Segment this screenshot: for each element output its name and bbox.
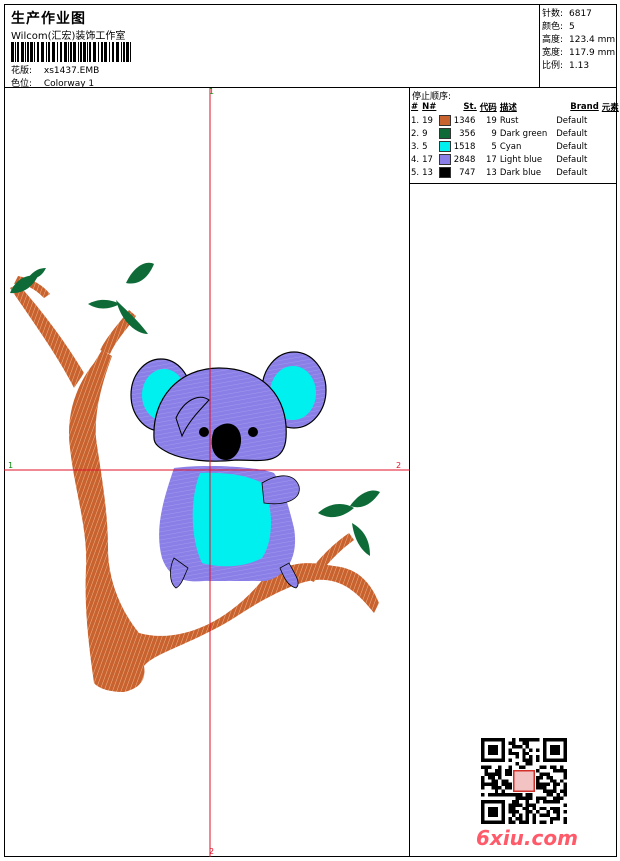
stat-value: 6817 (569, 9, 592, 19)
row-code: 13 (485, 167, 497, 178)
stat-label: 比例: (542, 61, 564, 71)
row-code: 19 (485, 115, 497, 126)
table-row: 1. 19 1346 19 Rust Default (411, 114, 620, 127)
color-swatch-icon (439, 167, 452, 178)
row-index: 2. (411, 128, 420, 139)
row-description: Light blue (499, 154, 543, 165)
row-code: 9 (491, 128, 497, 139)
axis-label-right: 2 (396, 461, 402, 470)
stitch-count: 356 (459, 129, 476, 139)
color-swatch-icon (439, 141, 452, 152)
row-description: Cyan (499, 141, 522, 152)
row-element (602, 166, 620, 179)
col-header: N# (422, 102, 437, 112)
stat-value: 123.4 mm (569, 35, 616, 45)
stop-sequence-table: # N# St. 代码 描述 Brand 元素 1. 19 1346 19 Rust De… (411, 101, 620, 179)
color-swatch-icon (439, 128, 452, 139)
axis-label-left: 1 (8, 461, 14, 470)
table-row: 2. 9 356 9 Dark green Default (411, 127, 620, 140)
color-swatch-icon (439, 154, 452, 165)
row-code: 17 (485, 154, 497, 165)
row-needle: 13 (422, 167, 433, 178)
row-element (602, 153, 620, 166)
qr-code-icon (481, 738, 567, 824)
stat-label: 宽度: (542, 48, 564, 58)
embroidery-design (4, 88, 410, 857)
row-stitches: 1346 (439, 114, 479, 127)
row-brand: Default (556, 167, 588, 178)
row-needle: 19 (422, 115, 433, 126)
stat-value: 5 (569, 22, 575, 32)
row-brand: Default (556, 154, 588, 165)
col-header: 元素 (601, 103, 619, 113)
row-element (602, 114, 620, 127)
row-brand: Default (556, 141, 588, 152)
site-logo: 6xiu.com (476, 826, 578, 850)
row-stitches: 356 (439, 127, 479, 140)
company-name: Wilcom(汇宏)装饰工作室 (11, 31, 126, 42)
stat-label: 针数: (542, 9, 564, 19)
stat-scale: 比例: 1.13 (542, 58, 589, 71)
pattern-row: 花版: xs1437.EMB (11, 63, 99, 76)
header-panel: 生产作业图 Wilcom(汇宏)装饰工作室 花版: xs1437.EMB 色位:… (4, 4, 540, 89)
pattern-value: xs1437.EMB (43, 66, 100, 76)
table-header-row: # N# St. 代码 描述 Brand 元素 (411, 101, 620, 114)
stitch-count: 1346 (453, 116, 476, 126)
col-header: 描述 (499, 103, 517, 113)
row-index: 4. (411, 154, 420, 165)
stat-height: 高度: 123.4 mm (542, 32, 615, 45)
stat-value: 1.13 (569, 61, 590, 71)
row-needle: 9 (422, 128, 428, 139)
stat-label: 颜色: (542, 22, 564, 32)
design-canvas: 1 1 2 2 (4, 87, 410, 857)
row-index: 3. (411, 141, 420, 152)
stitch-count: 1518 (453, 142, 476, 152)
row-element (602, 140, 620, 153)
table-row: 3. 5 1518 5 Cyan Default (411, 140, 620, 153)
row-brand: Default (556, 115, 588, 126)
col-header: St. (463, 102, 477, 112)
col-header: # (411, 102, 419, 112)
axis-label-top: 1 (209, 87, 215, 96)
row-stitches: 1518 (439, 140, 479, 153)
row-index: 5. (411, 167, 420, 178)
row-code: 5 (491, 141, 497, 152)
row-needle: 5 (422, 141, 428, 152)
row-description: Rust (499, 115, 519, 126)
row-description: Dark green (499, 128, 548, 139)
row-stitches: 747 (439, 166, 479, 179)
col-header: 代码 (479, 103, 497, 113)
stop-sequence-box: 停止顺序: # N# St. 代码 描述 Brand 元素 1. 19 1346 19… (410, 88, 620, 184)
stat-stitches: 针数: 6817 (542, 6, 592, 19)
stitch-count: 2848 (453, 155, 476, 165)
stat-colors: 颜色: 5 (542, 19, 575, 32)
row-description: Dark blue (499, 167, 542, 178)
stitch-count: 747 (459, 168, 476, 178)
row-element (602, 127, 620, 140)
barcode-icon (11, 42, 131, 62)
color-swatch-icon (439, 115, 452, 126)
stat-label: 高度: (542, 35, 564, 45)
row-needle: 17 (422, 154, 433, 165)
table-row: 4. 17 2848 17 Light blue Default (411, 153, 620, 166)
col-header: Brand (570, 102, 599, 112)
row-brand: Default (556, 128, 588, 139)
pattern-label: 花版: (11, 66, 33, 76)
axis-label-bottom: 2 (209, 847, 215, 856)
page-title: 生产作业图 (11, 11, 86, 27)
row-stitches: 2848 (439, 153, 479, 166)
row-index: 1. (411, 115, 420, 126)
table-row: 5. 13 747 13 Dark blue Default (411, 166, 620, 179)
stat-width: 宽度: 117.9 mm (542, 45, 615, 58)
stat-value: 117.9 mm (569, 48, 616, 58)
